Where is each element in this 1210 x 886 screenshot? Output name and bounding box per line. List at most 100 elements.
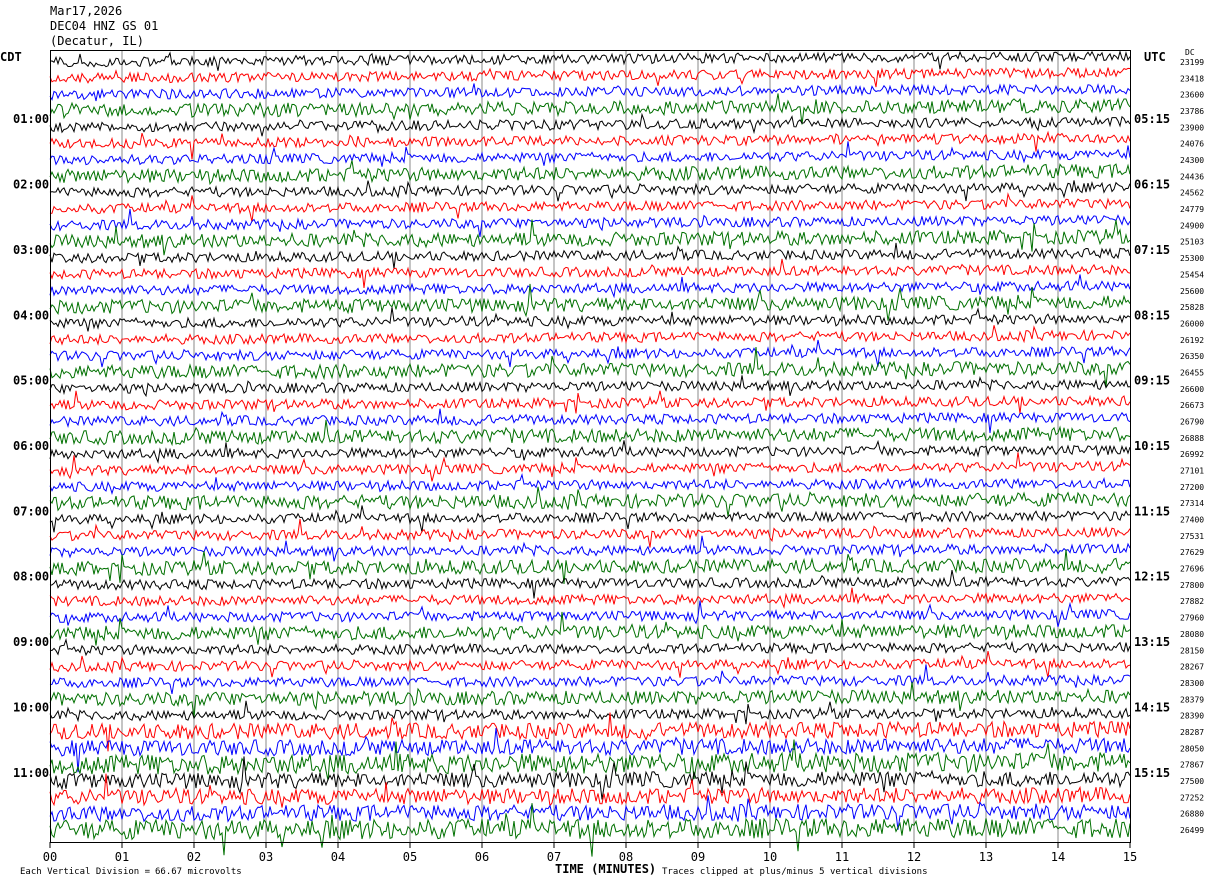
right-hour-label: 12:15	[1134, 570, 1170, 584]
dc-offset-label: 26880	[1180, 810, 1204, 819]
dc-offset-label: 23786	[1180, 107, 1204, 116]
trace-5	[49, 112, 1131, 137]
dc-offset-label: 24436	[1180, 172, 1204, 181]
trace-25	[49, 439, 1131, 464]
dc-offset-label: 27696	[1180, 565, 1204, 574]
left-hour-label: 05:00	[13, 374, 49, 388]
x-tick-label-6: 06	[475, 850, 489, 864]
dc-offset-label: 26790	[1180, 417, 1204, 426]
trace-1	[49, 49, 1131, 71]
trace-3	[49, 83, 1131, 102]
dc-offset-label: 26192	[1180, 336, 1204, 345]
dc-offset-label: 23900	[1180, 123, 1204, 132]
trace-35	[49, 600, 1131, 628]
trace-29	[49, 505, 1131, 533]
trace-34	[49, 587, 1131, 610]
dc-offset-label: 23199	[1180, 58, 1204, 67]
trace-17	[49, 307, 1131, 332]
dc-offset-label: 27960	[1180, 614, 1204, 623]
x-tick-label-10: 10	[763, 850, 777, 864]
trace-40	[49, 682, 1131, 718]
right-hour-label: 15:15	[1134, 766, 1170, 780]
dc-offset-label: 28267	[1180, 663, 1204, 672]
right-hour-label: 09:15	[1134, 374, 1170, 388]
x-tick-label-11: 11	[835, 850, 849, 864]
right-hour-label: 08:15	[1134, 308, 1170, 322]
x-tick-label-5: 05	[403, 850, 417, 864]
hour-labels: 01:00 05:15 02:00 06:15 03:00 07:15 04:00 08:15…	[13, 112, 1170, 780]
trace-27	[49, 472, 1131, 496]
left-hour-label: 06:00	[13, 439, 49, 453]
trace-14	[49, 258, 1131, 289]
right-hour-label: 06:15	[1134, 178, 1170, 192]
helicorder-plot: 00 01 02 03 04 05 06 07 08 09 10 11 12 13 14 15 01:00 05…	[13, 49, 1204, 864]
dc-offset-label: 28150	[1180, 646, 1204, 655]
dc-offset-label: 27531	[1180, 532, 1204, 541]
x-tick-label-2: 02	[187, 850, 201, 864]
trace-37	[49, 637, 1131, 657]
trace-48	[49, 803, 1131, 857]
x-tick-label-13: 13	[979, 850, 993, 864]
trace-28	[49, 486, 1131, 517]
dc-offset-label: 25300	[1180, 254, 1204, 263]
division-value: 66.67 microvolts	[155, 867, 242, 877]
dc-offset-label: 23600	[1180, 91, 1204, 100]
left-hour-label: 09:00	[13, 635, 49, 649]
dc-offset-label: 26455	[1180, 368, 1204, 377]
dc-offset-label: 27882	[1180, 597, 1204, 606]
dc-offset-label: 26888	[1180, 434, 1204, 443]
right-hour-label: 13:15	[1134, 635, 1170, 649]
left-hour-label: 01:00	[13, 112, 49, 126]
left-hour-label: 02:00	[13, 178, 49, 192]
trace-24	[49, 419, 1131, 447]
dc-offset-label: 25103	[1180, 238, 1204, 247]
dc-offset-label: 24562	[1180, 189, 1204, 198]
trace-32	[49, 549, 1131, 585]
dc-offset-label: 27867	[1180, 761, 1204, 770]
dc-offset-labels: 23199 23418 23600 23786 23900 24076 24300 24436…	[1180, 58, 1204, 835]
dc-offset-label: 28050	[1180, 744, 1204, 753]
trace-10	[49, 192, 1131, 223]
dc-offset-label: 27101	[1180, 467, 1204, 476]
trace-47	[49, 795, 1131, 830]
left-hour-label: 10:00	[13, 700, 49, 714]
trace-21	[49, 375, 1131, 398]
dc-offset-label: 24300	[1180, 156, 1204, 165]
trace-2	[49, 66, 1131, 88]
seismic-traces	[49, 49, 1131, 857]
dc-offset-label: 27200	[1180, 483, 1204, 492]
trace-7	[49, 141, 1131, 167]
trace-22	[49, 390, 1131, 414]
dc-offset-label: 25454	[1180, 270, 1204, 279]
x-tick-label-3: 03	[259, 850, 273, 864]
left-hour-label: 03:00	[13, 243, 49, 257]
dc-offset-label: 28379	[1180, 695, 1204, 704]
trace-11	[49, 208, 1131, 237]
left-hour-label: 11:00	[13, 766, 49, 780]
x-tick-label-9: 09	[691, 850, 705, 864]
clip-note: Traces clipped at plus/minus 5 vertical …	[662, 867, 928, 877]
x-tick-label-12: 12	[907, 850, 921, 864]
x-tick-label-1: 01	[115, 850, 129, 864]
dc-offset-label: 25600	[1180, 287, 1204, 296]
dc-offset-label: 28300	[1180, 679, 1204, 688]
dc-offset-label: 26600	[1180, 385, 1204, 394]
dc-offset-label: 26992	[1180, 450, 1204, 459]
right-hour-label: 07:15	[1134, 243, 1170, 257]
trace-41	[49, 700, 1131, 725]
dc-offset-label: 24076	[1180, 140, 1204, 149]
dc-offset-label: 27314	[1180, 499, 1204, 508]
dc-offset-label: 27252	[1180, 793, 1204, 802]
right-hour-label: 11:15	[1134, 504, 1170, 518]
dc-offset-label: 28080	[1180, 630, 1204, 639]
trace-38	[49, 650, 1131, 678]
dc-offset-label: 23418	[1180, 74, 1204, 83]
dc-offset-label: 27500	[1180, 777, 1204, 786]
dc-offset-label: 26350	[1180, 352, 1204, 361]
x-axis: 00 01 02 03 04 05 06 07 08 09 10 11 12 13 14 15	[43, 842, 1137, 864]
dc-offset-label: 26499	[1180, 826, 1204, 835]
division-label: Each Vertical Division =	[20, 867, 151, 877]
dc-offset-label: 27629	[1180, 548, 1204, 557]
dc-offset-label: 26673	[1180, 401, 1204, 410]
x-tick-label-14: 14	[1051, 850, 1065, 864]
